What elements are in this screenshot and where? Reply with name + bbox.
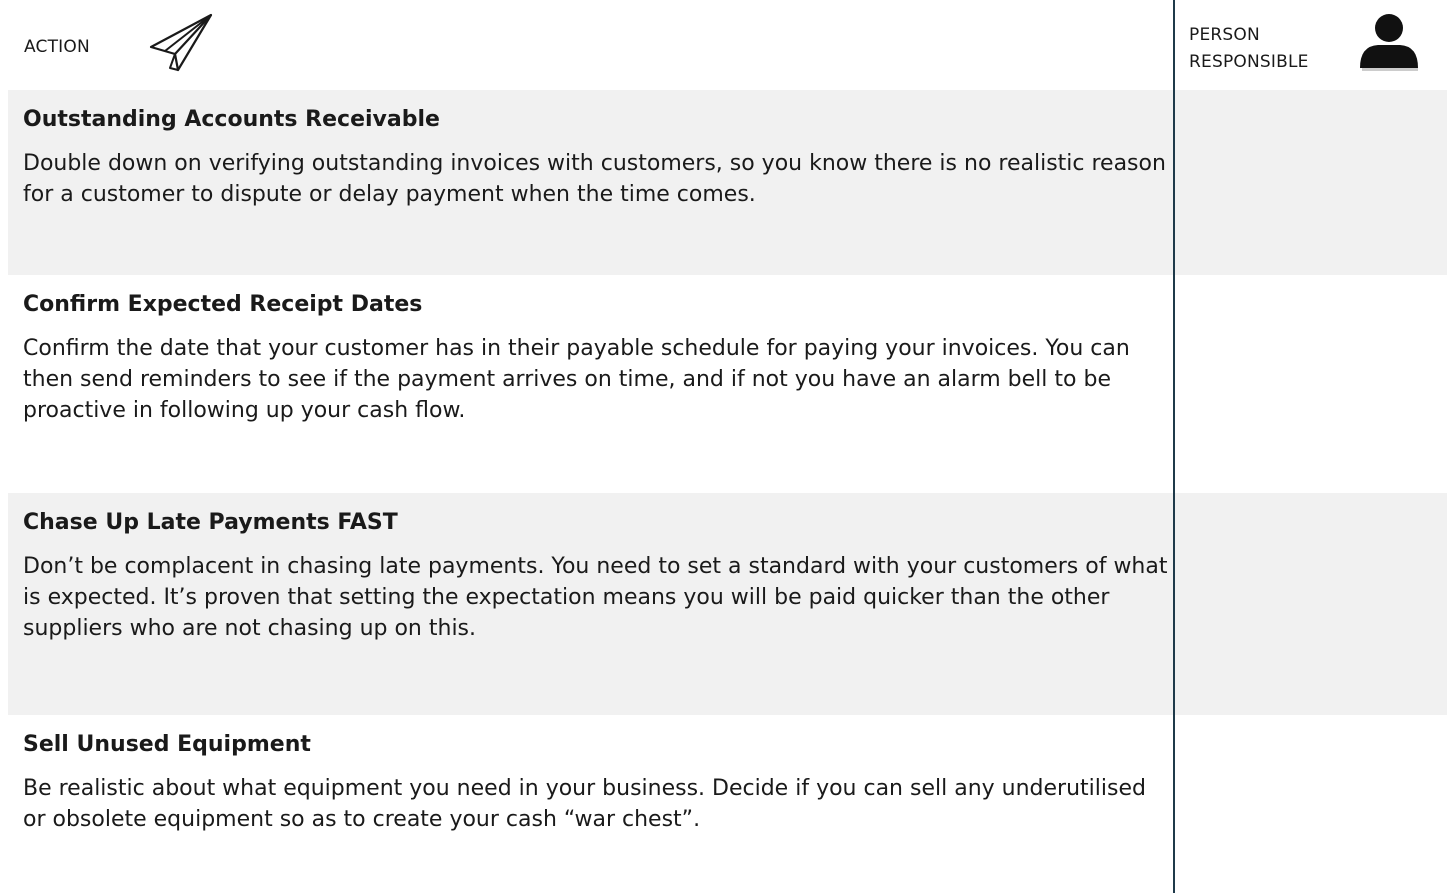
paper-plane-icon [149,13,213,72]
row-title: Confirm Expected Receipt Dates [23,292,423,317]
row-body: Double down on verifying outstanding inv… [23,151,1166,207]
row-body: Don’t be complacent in chasing late paym… [23,554,1168,641]
action-row: Outstanding Accounts Receivable Double d… [8,90,1447,275]
action-row: Chase Up Late Payments FAST Don’t be com… [8,493,1447,715]
person-label-line2: RESPONSIBLE [1189,52,1309,72]
column-divider [1173,0,1175,893]
row-title: Sell Unused Equipment [23,732,311,757]
row-body: Be realistic about what equipment you ne… [23,776,1146,832]
table-header: ACTION PERSON RESPONSIBLE [0,0,1453,90]
action-row: Sell Unused Equipment Be realistic about… [8,715,1447,893]
row-title: Chase Up Late Payments FAST [23,510,398,535]
action-row: Confirm Expected Receipt Dates Confirm t… [8,275,1447,493]
row-body: Confirm the date that your customer has … [23,336,1130,423]
row-title: Outstanding Accounts Receivable [23,107,440,132]
action-column-label: ACTION [24,37,90,57]
person-responsible-column-label: PERSON RESPONSIBLE [1189,22,1309,76]
person-icon [1360,14,1418,71]
person-label-line1: PERSON [1189,25,1260,45]
